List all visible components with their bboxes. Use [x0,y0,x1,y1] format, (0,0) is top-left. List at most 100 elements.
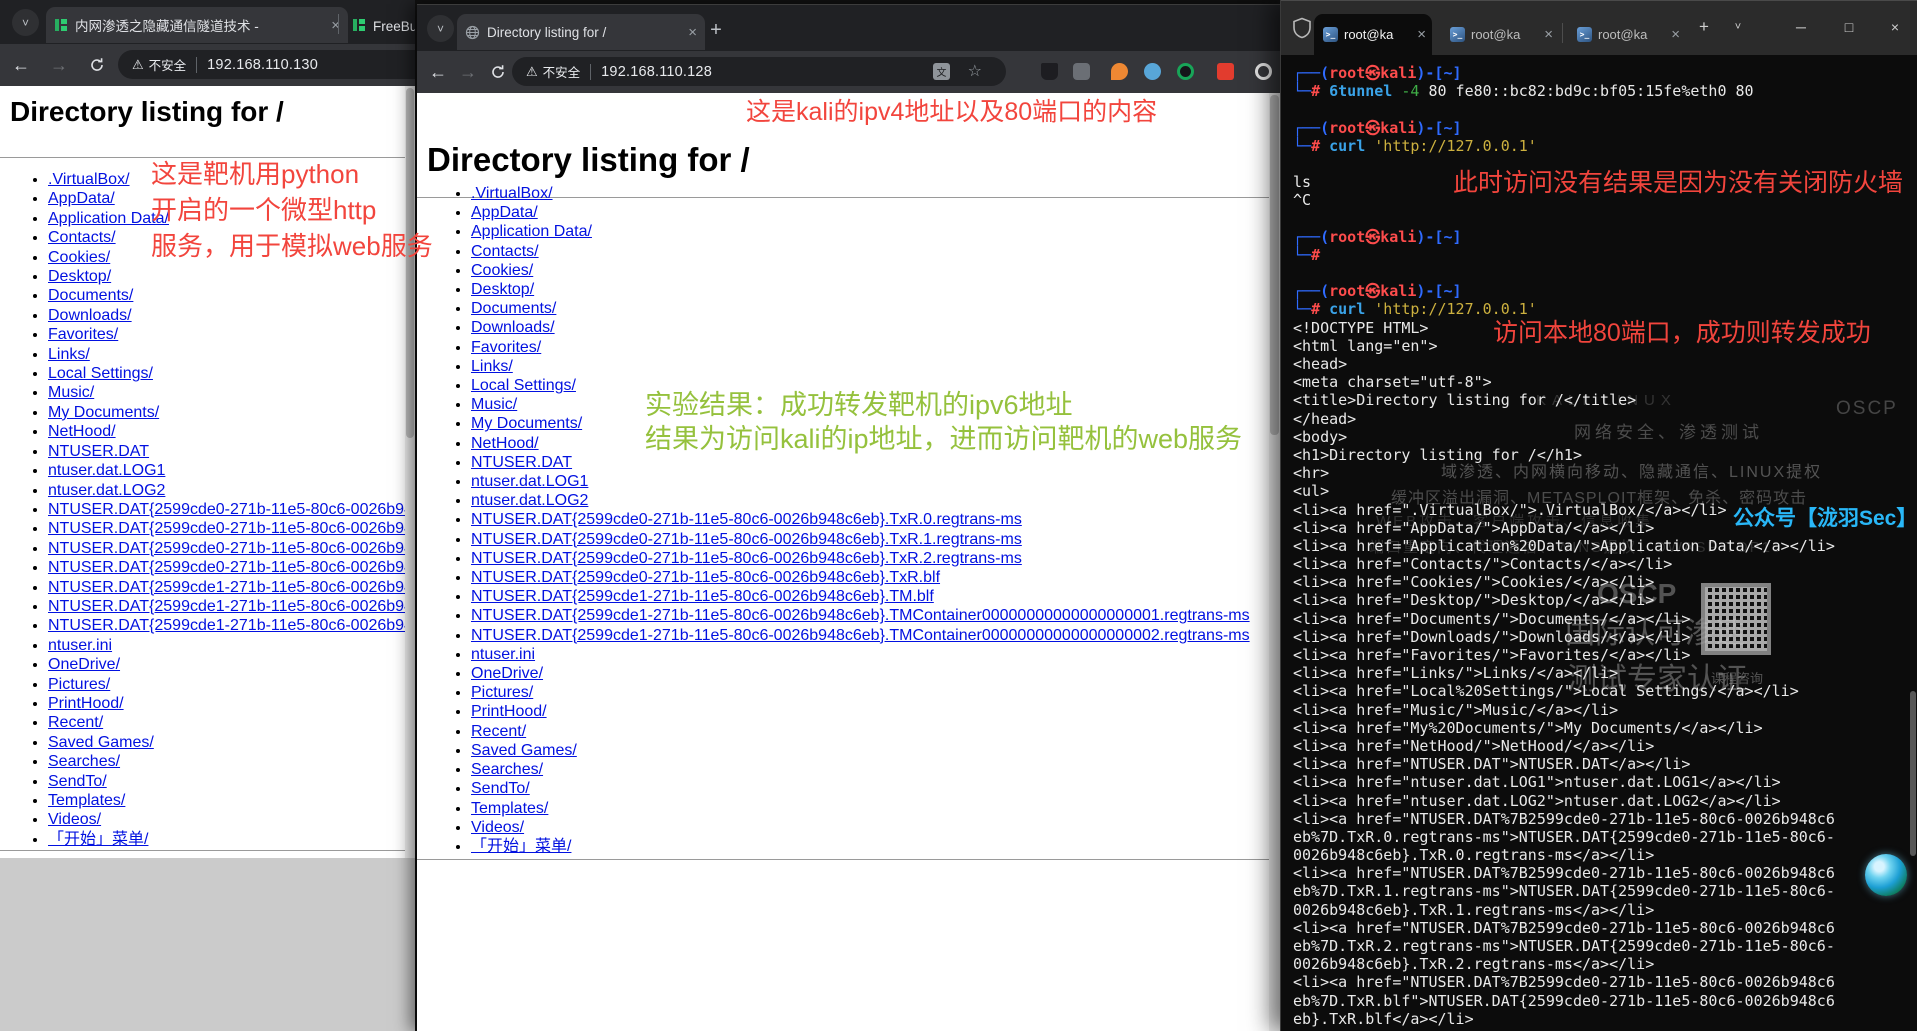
directory-link[interactable]: My Documents/ [471,415,582,432]
scrollbar-thumb[interactable] [1270,95,1279,435]
maximize-icon[interactable]: □ [1827,9,1871,45]
terminal-tab-1[interactable]: >_ root@ka × [1314,14,1432,55]
directory-link[interactable]: Favorites/ [48,326,118,343]
terminal-tab-dropdown-icon[interactable]: ˅ [1723,9,1753,45]
directory-link[interactable]: Pictures/ [471,684,533,701]
directory-link[interactable]: My Documents/ [48,404,159,421]
profile-avatar-icon[interactable] [1255,63,1272,80]
directory-link[interactable]: NetHood/ [48,423,116,440]
directory-link[interactable]: Recent/ [48,714,103,731]
directory-link[interactable]: Recent/ [471,723,526,740]
directory-link[interactable]: Cookies/ [471,262,533,279]
terminal-tab-3[interactable]: >_ root@ka × [1568,14,1686,55]
directory-link[interactable]: Local Settings/ [471,377,576,394]
back-icon[interactable]: ← [8,52,34,78]
directory-link[interactable]: Searches/ [471,761,543,778]
directory-link[interactable]: .VirtualBox/ [471,185,553,202]
directory-link[interactable]: NetHood/ [471,435,539,452]
directory-link[interactable]: NTUSER.DAT{2599cde1-271b-11e5-80c6-0026b… [471,588,934,605]
extension-hat-icon[interactable] [1041,63,1058,80]
directory-link[interactable]: NTUSER.DAT [471,454,572,471]
directory-link[interactable]: Downloads/ [471,319,555,336]
directory-link[interactable]: 「开始」菜单/ [471,838,571,855]
directory-link[interactable]: SendTo/ [48,773,107,790]
directory-link[interactable]: Templates/ [471,800,548,817]
bookmark-star-icon[interactable]: ☆ [968,61,982,81]
directory-link[interactable]: ntuser.dat.LOG1 [48,462,165,479]
tab-close-icon[interactable]: × [1671,27,1680,42]
directory-link[interactable]: NTUSER.DAT{2599cde1-271b-11e5-80c6-0026b… [471,627,1250,644]
directory-link[interactable]: AppData/ [48,190,115,207]
directory-link[interactable]: Music/ [471,396,517,413]
terminal-tab-2[interactable]: >_ root@ka × [1441,14,1559,55]
tab-close-icon[interactable]: × [688,25,697,40]
directory-link[interactable]: Links/ [48,346,90,363]
left-address-bar[interactable]: ⚠ 不安全 192.168.110.130 [118,50,415,79]
directory-link[interactable]: ntuser.dat.LOG2 [471,492,588,509]
extension-pin-icon[interactable] [1111,63,1128,80]
directory-link[interactable]: ntuser.dat.LOG2 [48,482,165,499]
extension-camera-icon[interactable] [1073,63,1090,80]
directory-link[interactable]: Pictures/ [48,676,110,693]
middle-address-bar[interactable]: ⚠ 不安全 192.168.110.128 文 ☆ [512,57,1006,86]
directory-link[interactable]: NTUSER.DAT{2599cde0-271b-11e5-80c6-0026b… [471,531,1022,548]
tab-search-button[interactable]: ˅ [427,15,454,42]
directory-link[interactable]: Searches/ [48,753,120,770]
back-icon[interactable]: ← [425,59,451,85]
directory-link[interactable]: Contacts/ [471,243,539,260]
reload-icon[interactable] [485,59,511,85]
directory-link[interactable]: Documents/ [471,300,556,317]
directory-link[interactable]: NTUSER.DAT [48,443,149,460]
directory-link[interactable]: Favorites/ [471,339,541,356]
directory-link[interactable]: AppData/ [471,204,538,221]
new-tab-icon[interactable]: + [703,17,729,43]
directory-link[interactable]: ntuser.ini [48,637,112,654]
directory-link[interactable]: NTUSER.DAT{2599cde0-271b-11e5-80c6-0026b… [471,569,940,586]
directory-link[interactable]: Downloads/ [48,307,132,324]
directory-link[interactable]: Desktop/ [471,281,534,298]
directory-link[interactable]: Application Data/ [471,223,592,240]
tab-close-icon[interactable]: × [1417,27,1426,42]
directory-link[interactable]: Cookies/ [48,249,110,266]
terminal-scrollbar[interactable] [1910,691,1916,856]
directory-link[interactable]: ntuser.dat.LOG1 [471,473,588,490]
directory-link[interactable]: NTUSER.DAT{2599cde0-271b-11e5-80c6-0026b… [48,501,415,518]
directory-link[interactable]: NTUSER.DAT{2599cde0-271b-11e5-80c6-0026b… [48,559,415,576]
tab-close-icon[interactable]: × [1544,27,1553,42]
forward-icon[interactable]: → [46,52,72,78]
directory-link[interactable]: SendTo/ [471,780,530,797]
directory-link[interactable]: NTUSER.DAT{2599cde1-271b-11e5-80c6-0026b… [48,598,415,615]
directory-link[interactable]: ntuser.ini [471,646,535,663]
extension-red-brick-icon[interactable] [1217,63,1234,80]
directory-link[interactable]: NTUSER.DAT{2599cde1-271b-11e5-80c6-0026b… [471,607,1250,624]
directory-link[interactable]: Templates/ [48,792,125,809]
forward-icon[interactable]: → [455,59,481,85]
directory-link[interactable]: OneDrive/ [48,656,120,673]
terminal-new-tab-icon[interactable]: + [1689,9,1719,45]
tab-search-button[interactable]: ˅ [12,9,39,36]
tab-left-1[interactable]: 内网渗透之隐藏通信隧道技术 - × [46,7,348,43]
directory-link[interactable]: Desktop/ [48,268,111,285]
extension-green-ring-icon[interactable] [1177,63,1194,80]
middle-page-scrollbar[interactable] [1269,93,1280,1031]
directory-link[interactable]: Videos/ [48,811,101,828]
directory-link[interactable]: Music/ [48,384,94,401]
security-warning[interactable]: ⚠ 不安全 [118,55,196,74]
security-warning[interactable]: ⚠ 不安全 [512,62,590,81]
directory-link[interactable]: PrintHood/ [471,703,547,720]
directory-link[interactable]: NTUSER.DAT{2599cde0-271b-11e5-80c6-0026b… [48,540,415,557]
directory-link[interactable]: Documents/ [48,287,133,304]
close-icon[interactable]: × [1873,9,1917,45]
tab-middle[interactable]: Directory listing for / × [457,14,705,50]
directory-link[interactable]: NTUSER.DAT{2599cde0-271b-11e5-80c6-0026b… [48,520,415,537]
directory-link[interactable]: PrintHood/ [48,695,124,712]
directory-link[interactable]: .VirtualBox/ [48,171,130,188]
directory-link[interactable]: Local Settings/ [48,365,153,382]
extension-paw-icon[interactable] [1144,63,1161,80]
directory-link[interactable]: 「开始」菜单/ [48,831,148,848]
directory-link[interactable]: Saved Games/ [471,742,577,759]
directory-link[interactable]: NTUSER.DAT{2599cde1-271b-11e5-80c6-0026b… [48,579,415,596]
reload-icon[interactable] [84,52,110,78]
minimize-icon[interactable]: ─ [1779,9,1823,45]
translate-icon[interactable]: 文 [933,63,950,80]
